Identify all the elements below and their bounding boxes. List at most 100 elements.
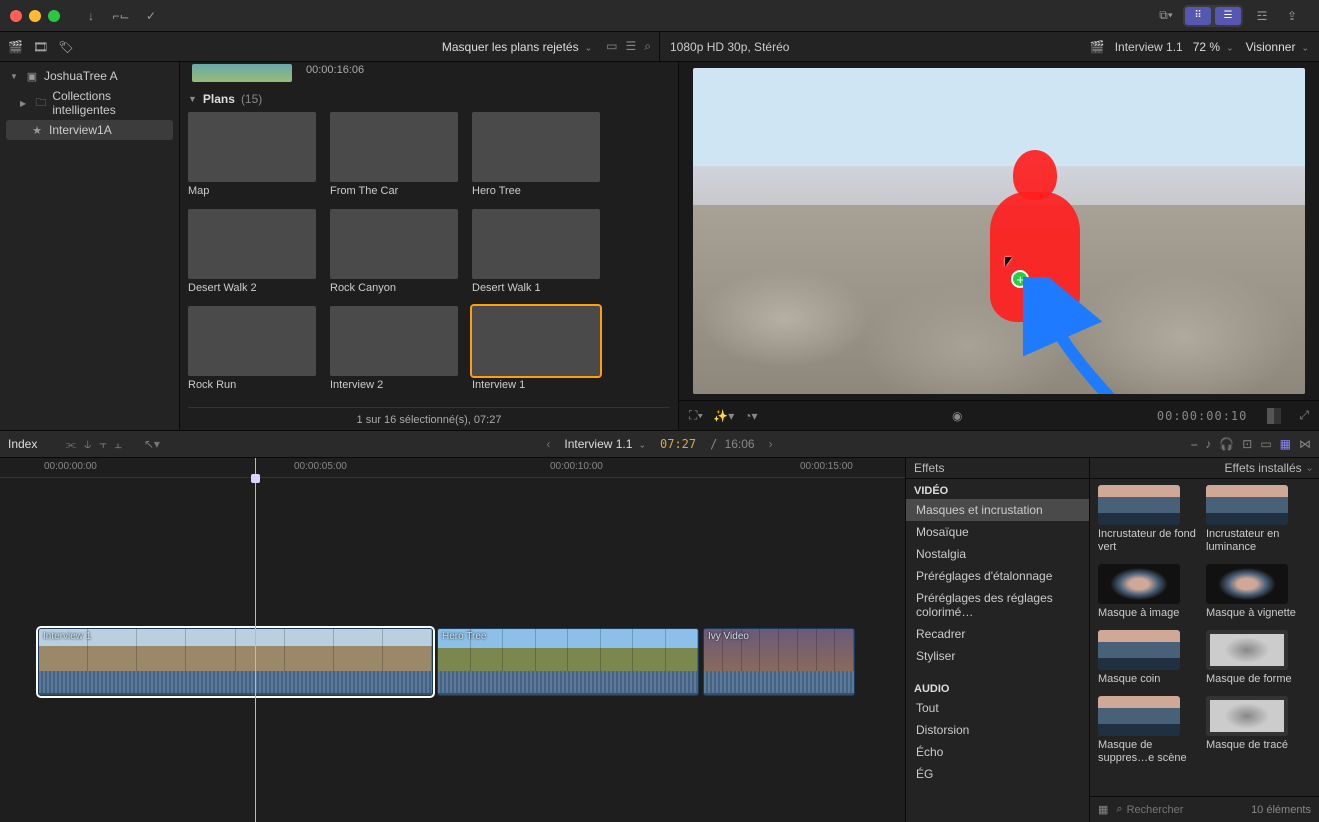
fx-category[interactable]: Recadrer xyxy=(906,623,1089,645)
share-icon[interactable]: ⇪ xyxy=(1279,5,1305,27)
audio-waveform xyxy=(704,671,854,693)
effect-label: Masque de suppres…e scène xyxy=(1098,739,1196,765)
fx-category[interactable]: Mosaïque xyxy=(906,521,1089,543)
effect-thumbnail xyxy=(1098,630,1180,670)
media-icon[interactable]: 🎞 xyxy=(33,40,48,54)
effect-item[interactable]: Masque de suppres…e scène xyxy=(1098,696,1196,765)
retime-icon[interactable]: ◔▾ xyxy=(744,409,757,423)
timeline-project-dropdown[interactable]: Interview 1.1 xyxy=(564,437,646,451)
timeline-ruler[interactable]: 00:00:00:00 00:00:05:00 00:00:10:00 00:0… xyxy=(0,458,905,478)
event-row[interactable]: ★Interview1A xyxy=(6,120,173,140)
library-icon[interactable]: 🎬 xyxy=(8,40,23,54)
clip-thumbnail xyxy=(472,306,600,376)
effect-item[interactable]: Masque à image xyxy=(1098,564,1196,620)
grid-view-icon[interactable]: ▦ xyxy=(1098,803,1108,816)
skimmer-icon[interactable]: ⎯ xyxy=(1191,437,1197,452)
connect-icon[interactable]: ⫘ xyxy=(65,437,76,452)
solo-icon[interactable]: 🎧 xyxy=(1219,437,1234,452)
zoom-dropdown[interactable]: 72 % xyxy=(1193,40,1234,54)
bottom-area: 00:00:00:00 00:00:05:00 00:00:10:00 00:0… xyxy=(0,458,1319,822)
timeline-clip-label: Ivy Video xyxy=(708,631,749,642)
overwrite-icon[interactable]: ⫠ xyxy=(115,437,122,452)
fx-category[interactable]: Nostalgia xyxy=(906,543,1089,565)
minimize-window[interactable] xyxy=(29,10,41,22)
prev-edit-icon[interactable]: ‹ xyxy=(546,437,550,451)
keyword-icon[interactable]: ⌐⌙ xyxy=(108,5,134,27)
installed-dropdown[interactable]: Effets installés xyxy=(1090,458,1319,479)
clip-label: Rock Run xyxy=(188,379,316,391)
transitions-icon[interactable]: ⋈ xyxy=(1299,437,1311,452)
filter-dropdown[interactable]: Masquer les plans rejetés xyxy=(442,40,592,54)
filmstrip-thumb[interactable] xyxy=(192,64,292,82)
fx-category[interactable]: Préréglages des réglages colorimé… xyxy=(906,587,1089,623)
effects-browser-icon[interactable]: ▦ xyxy=(1280,437,1291,452)
timeline[interactable]: 00:00:00:00 00:00:05:00 00:00:10:00 00:0… xyxy=(0,458,905,822)
clip-item[interactable]: Interview 1 xyxy=(472,306,600,391)
fx-category[interactable]: Masques et incrustation xyxy=(906,499,1089,521)
timeline-clip[interactable]: Ivy Video xyxy=(703,628,855,696)
clip-item[interactable]: From The Car xyxy=(330,112,458,197)
clip-item[interactable]: Hero Tree xyxy=(472,112,600,197)
effect-item[interactable]: Masque de tracé xyxy=(1206,696,1304,765)
clip-item[interactable]: Rock Canyon xyxy=(330,209,458,294)
timeline-clip-label: Hero Tree xyxy=(442,631,486,642)
effect-item[interactable]: Masque à vignette xyxy=(1206,564,1304,620)
smart-collections-row[interactable]: ▶🗀Collections intelligentes xyxy=(6,86,173,120)
effect-item[interactable]: Masque de forme xyxy=(1206,630,1304,686)
fx-category[interactable]: Styliser xyxy=(906,645,1089,667)
effects-header: Effets xyxy=(906,458,1089,479)
clip-item[interactable]: Desert Walk 2 xyxy=(188,209,316,294)
fullscreen-window[interactable] xyxy=(48,10,60,22)
effect-item[interactable]: Incrustateur en luminance xyxy=(1206,485,1304,554)
clip-item[interactable]: Interview 2 xyxy=(330,306,458,391)
seg-browser[interactable]: ⠿ xyxy=(1185,7,1211,25)
fx-category[interactable]: Tout xyxy=(906,697,1089,719)
effect-item[interactable]: Incrustateur de fond vert xyxy=(1098,485,1196,554)
workspace-segments[interactable]: ⠿ ☰ xyxy=(1183,5,1243,27)
clip-thumbnail xyxy=(472,112,600,182)
fx-category[interactable]: Préréglages d'étalonnage xyxy=(906,565,1089,587)
seg-timeline[interactable]: ☰ xyxy=(1215,7,1241,25)
clip-label: Map xyxy=(188,185,316,197)
clip-item[interactable]: Map xyxy=(188,112,316,197)
insert-icon[interactable]: ⫝ xyxy=(84,437,91,452)
list-view-icon[interactable]: ☰ xyxy=(626,39,637,54)
fx-category[interactable]: ÉG xyxy=(906,763,1089,785)
viewer-canvas[interactable]: + xyxy=(679,62,1319,400)
search-icon[interactable]: ⌕ xyxy=(644,39,651,54)
fx-category[interactable]: Écho xyxy=(906,741,1089,763)
view-dropdown[interactable]: Visionner xyxy=(1246,40,1309,54)
audio-skim-icon[interactable]: ♪ xyxy=(1205,437,1211,452)
transform-icon[interactable]: ⛶▾ xyxy=(689,408,703,423)
fx-category[interactable]: Distorsion xyxy=(906,719,1089,741)
titles-icon[interactable]: 🏷 xyxy=(58,40,73,54)
append-icon[interactable]: ⫟ xyxy=(99,437,106,452)
background-tasks-icon[interactable]: ✓ xyxy=(138,5,164,27)
tl-layout-icon[interactable]: ▭ xyxy=(1260,437,1271,452)
viewer-controls: ⛶▾ ✨▾ ◔▾ ◉ 00:00:00:10 ⤢ xyxy=(679,400,1319,430)
inspector-icon[interactable]: ☲ xyxy=(1249,5,1275,27)
import-icon[interactable]: ↓ xyxy=(78,5,104,27)
snap-icon[interactable]: ⊡ xyxy=(1242,437,1252,452)
library-row[interactable]: ▼▣JoshuaTree A xyxy=(6,66,173,86)
next-edit-icon[interactable]: › xyxy=(769,437,773,451)
event-label: Interview1A xyxy=(49,123,112,137)
effects-search-input[interactable] xyxy=(1127,804,1243,816)
effect-item[interactable]: Masque coin xyxy=(1098,630,1196,686)
effects-search[interactable]: ⌕ xyxy=(1116,803,1243,816)
arrow-tool-icon[interactable]: ↖▾ xyxy=(144,437,160,452)
timeline-clip[interactable]: Interview 1 xyxy=(38,628,433,696)
clip-item[interactable]: Rock Run xyxy=(188,306,316,391)
clip-appearance-icon[interactable]: ▭ xyxy=(606,39,617,54)
playhead[interactable] xyxy=(255,458,256,822)
viewer-timecode: 00:00:00:10 xyxy=(1157,409,1247,423)
timeline-clip[interactable]: Hero Tree xyxy=(437,628,699,696)
play-indicator-icon[interactable]: ◉ xyxy=(952,409,962,423)
clip-item[interactable]: Desert Walk 1 xyxy=(472,209,600,294)
close-window[interactable] xyxy=(10,10,22,22)
section-header[interactable]: ▼ Plans (15) xyxy=(188,92,670,106)
index-button[interactable]: Index xyxy=(8,437,37,451)
arrange-icon[interactable]: ⧉▾ xyxy=(1153,5,1179,27)
enhance-icon[interactable]: ✨▾ xyxy=(713,409,734,423)
fullscreen-icon[interactable]: ⤢ xyxy=(1299,408,1309,423)
